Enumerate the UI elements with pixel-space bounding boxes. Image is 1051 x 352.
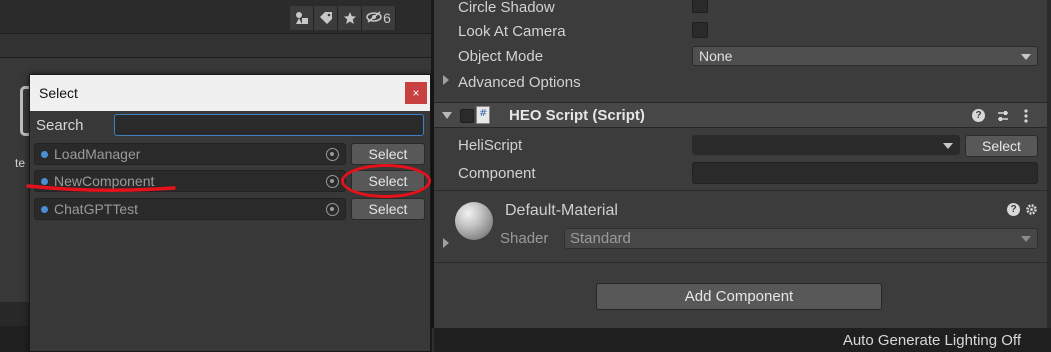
object-name: LoadManager	[54, 146, 141, 162]
component-label: Component	[458, 164, 536, 182]
search-label: Search	[36, 116, 84, 134]
object-picker-icon[interactable]	[326, 203, 339, 216]
chevron-down-icon	[1021, 54, 1031, 60]
list-item: ChatGPTTest Select	[34, 198, 428, 220]
circle-shadow-label: Circle Shadow	[458, 0, 555, 16]
foldout-right-icon[interactable]	[443, 75, 449, 85]
shader-dropdown[interactable]: Standard	[564, 228, 1038, 249]
select-button[interactable]: Select	[351, 143, 425, 165]
kebab-menu-icon[interactable]	[1018, 108, 1033, 123]
object-name: ChatGPTTest	[54, 201, 139, 217]
material-preview-sphere	[455, 202, 493, 240]
select-dialog: Select × Search LoadManager Select NewCo…	[29, 74, 431, 352]
search-input[interactable]	[114, 114, 424, 136]
dialog-title-bar[interactable]: Select ×	[30, 75, 430, 111]
scene-subbar	[0, 34, 432, 58]
look-at-camera-label: Look At Camera	[458, 22, 566, 40]
chevron-down-icon	[1021, 236, 1031, 242]
lighting-status[interactable]: Auto Generate Lighting Off	[843, 332, 1021, 349]
component-header[interactable]: HEO Script (Script) ?	[434, 102, 1051, 128]
select-button[interactable]: Select	[351, 198, 425, 220]
status-bar: Auto Generate Lighting Off	[434, 328, 1051, 352]
help-icon[interactable]: ?	[1006, 202, 1021, 217]
object-mode-label: Object Mode	[458, 47, 544, 65]
visibility-off-icon	[366, 10, 382, 26]
foldout-down-icon[interactable]	[442, 112, 452, 119]
annotation-ellipse	[341, 164, 431, 198]
script-icon	[41, 205, 48, 213]
visibility-toggle[interactable]: 6	[362, 6, 396, 30]
look-at-camera-checkbox[interactable]	[692, 22, 708, 38]
object-picker-icon[interactable]	[326, 148, 339, 161]
component-title: HEO Script (Script)	[509, 107, 645, 124]
object-picker-icon[interactable]	[326, 175, 339, 188]
dialog-title: Select	[39, 85, 78, 101]
circle-shadow-checkbox[interactable]	[692, 0, 708, 13]
separator	[434, 262, 1051, 263]
component-enabled-checkbox[interactable]	[460, 109, 474, 123]
hidden-count: 6	[383, 10, 391, 26]
material-name: Default-Material	[505, 202, 618, 219]
heliscript-select-button[interactable]: Select	[965, 135, 1038, 157]
material-section: Default-Material ? Shader Standard	[434, 190, 1051, 254]
heliscript-label: HeliScript	[458, 136, 523, 154]
object-mode-value: None	[699, 48, 733, 64]
gear-icon[interactable]	[1024, 202, 1039, 217]
list-item: LoadManager Select	[34, 143, 428, 165]
add-component-button[interactable]: Add Component	[596, 283, 882, 310]
chevron-down-icon	[943, 143, 953, 149]
component-field[interactable]	[692, 162, 1038, 184]
scene-partial-text: te	[15, 156, 26, 170]
advanced-options-foldout[interactable]: Advanced Options	[458, 71, 581, 93]
close-icon: ×	[412, 86, 420, 100]
foldout-right-icon[interactable]	[443, 238, 449, 248]
script-icon	[41, 150, 48, 158]
close-button[interactable]: ×	[405, 82, 427, 104]
preset-icon[interactable]	[995, 108, 1010, 123]
tag-icon[interactable]	[314, 6, 338, 30]
annotation-underline	[26, 184, 176, 192]
script-file-icon	[476, 106, 490, 124]
inspector-scrollbar[interactable]	[1047, 0, 1051, 328]
scene-toolbar: 6	[0, 0, 432, 34]
object-field[interactable]: ChatGPTTest	[34, 198, 346, 220]
heliscript-dropdown[interactable]	[692, 135, 960, 155]
shader-label: Shader	[500, 230, 549, 247]
shapes-icon[interactable]	[290, 6, 314, 30]
scene-toolbar-buttons: 6	[290, 6, 396, 30]
shader-value: Standard	[570, 230, 631, 247]
object-mode-dropdown[interactable]: None	[692, 46, 1038, 66]
star-icon[interactable]	[338, 6, 362, 30]
object-field[interactable]: LoadManager	[34, 143, 346, 165]
inspector-panel: Circle Shadow Look At Camera Object Mode…	[434, 0, 1051, 328]
help-icon[interactable]: ?	[971, 108, 986, 123]
search-row: Search	[30, 111, 430, 139]
